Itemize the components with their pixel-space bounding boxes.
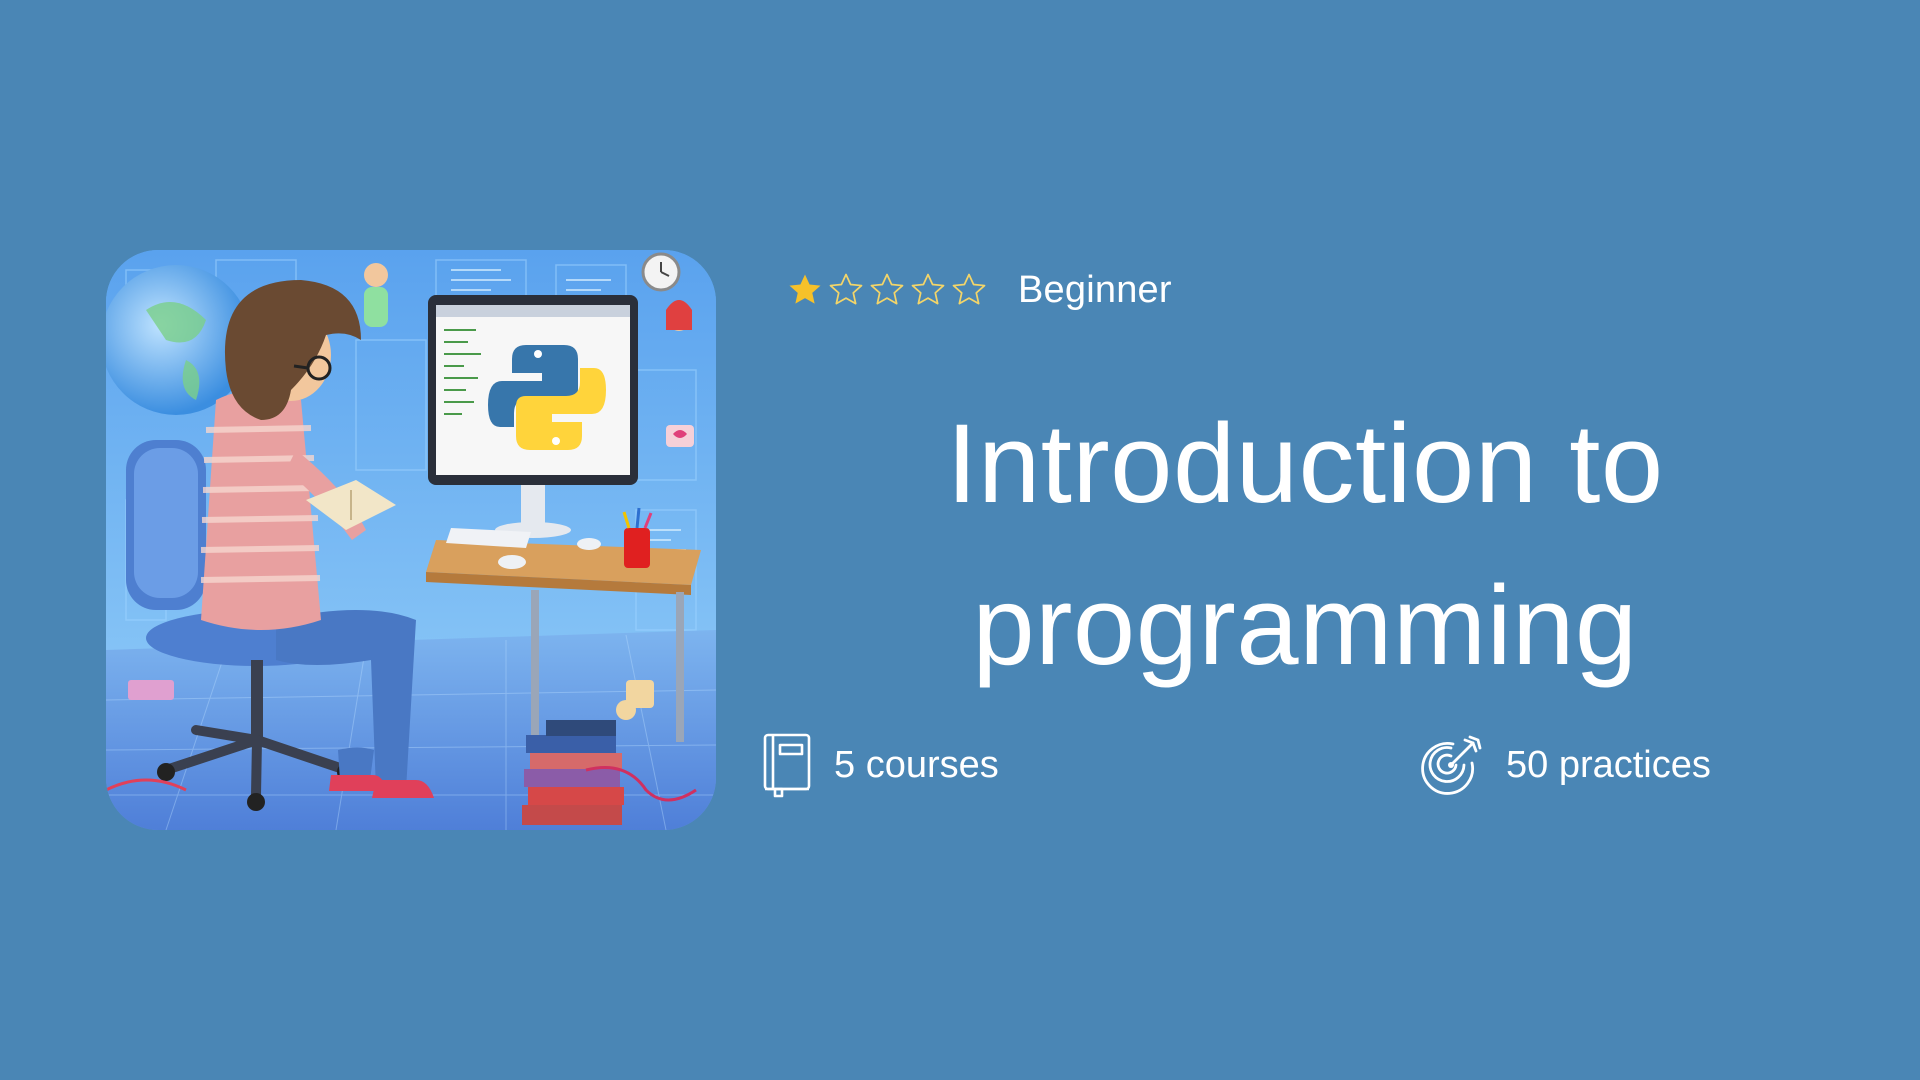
illustration-art: [106, 250, 716, 830]
course-title: Introduction to programming: [946, 401, 1664, 688]
difficulty-level-label: Beginner: [1018, 269, 1172, 311]
difficulty-rating-row: Beginner: [786, 268, 1172, 312]
practices-count-stat: 50 practices: [1418, 730, 1711, 800]
star-outline-icon: [829, 273, 863, 305]
star-outline-icon: [870, 273, 904, 305]
course-illustration: [106, 250, 716, 830]
course-card: Beginner Introduction to programming 5 c…: [0, 0, 1920, 1080]
star-filled-icon: [789, 274, 821, 304]
book-icon: [763, 733, 811, 798]
difficulty-stars: [786, 271, 988, 309]
star-outline-icon: [952, 273, 986, 305]
target-arrow-icon: [1421, 735, 1482, 795]
courses-count-label: 5 courses: [834, 744, 999, 786]
star-outline-icon: [911, 273, 945, 305]
courses-count-stat: 5 courses: [762, 730, 999, 800]
practices-count-label: 50 practices: [1506, 744, 1711, 786]
